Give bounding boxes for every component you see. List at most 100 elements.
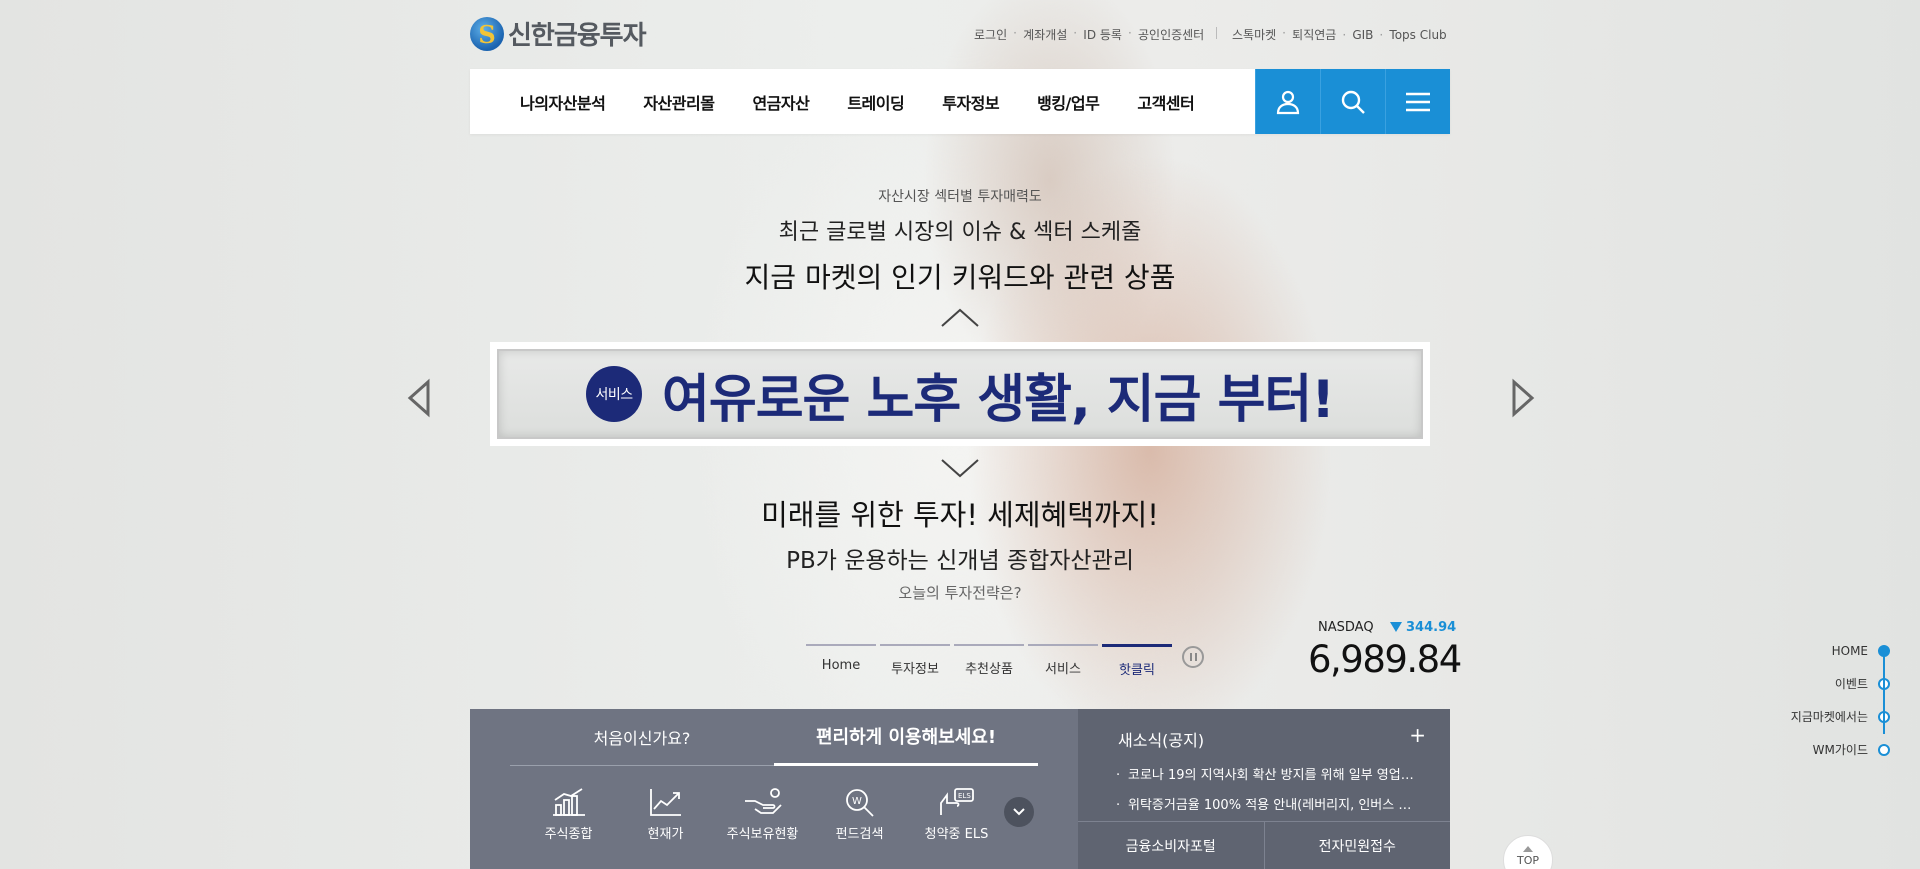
side-item-wm-guide[interactable]: WM가이드	[1791, 733, 1890, 766]
hand-coin-icon	[744, 788, 782, 814]
line-chart-icon	[649, 789, 681, 816]
pause-icon[interactable]	[1182, 646, 1204, 668]
hero-line-5[interactable]: PB가 운용하는 신개념 종합자산관리	[0, 541, 1920, 575]
util-links-left: 로그인 계좌개설 ID 등록 공인인증센터	[966, 26, 1212, 43]
search-button[interactable]	[1320, 69, 1385, 134]
id-register-link[interactable]: ID 등록	[1073, 26, 1130, 43]
nav-item-asset-mall[interactable]: 자산관리몰	[643, 90, 715, 114]
quick-holdings[interactable]: 주식보유현황	[714, 787, 811, 842]
complaint-button[interactable]: 전자민원접수	[1263, 822, 1451, 869]
plus-icon[interactable]: +	[1409, 723, 1426, 747]
tab-hot-click[interactable]: 핫클릭	[1102, 644, 1172, 678]
tab-home[interactable]: Home	[806, 644, 876, 678]
news-panel: 새소식(공지) + 코로나 19의 지역사회 확산 방지를 위해 일부 영업점 …	[1078, 709, 1450, 869]
chevron-down-icon	[1013, 808, 1025, 816]
arrow-up-icon	[1523, 846, 1533, 852]
featured-banner[interactable]: 서비스 여유로운 노후 생활, 지금 부터!	[490, 342, 1430, 446]
hero-tabs: Home 투자정보 추천상품 서비스 핫클릭	[806, 644, 1172, 678]
els-hand-icon: ELS	[939, 788, 974, 815]
brand-logo[interactable]: 신한금융투자	[470, 15, 647, 52]
hero-line-3[interactable]: 지금 마켓의 인기 키워드와 관련 상품	[0, 256, 1920, 296]
fund-search-icon: W	[845, 789, 874, 817]
hero-line-6[interactable]: 오늘의 투자전략은?	[0, 582, 1920, 603]
certificate-center-link[interactable]: 공인인증센터	[1128, 26, 1212, 43]
quick-stock-summary[interactable]: 주식종합	[520, 787, 617, 842]
tab-label: Home	[821, 658, 861, 673]
next-arrow-icon[interactable]	[1510, 378, 1536, 418]
tab-label: 추천상품	[965, 662, 1013, 677]
hero-line-4[interactable]: 미래를 위한 투자! 세제혜택까지!	[0, 492, 1920, 534]
nav-item-trading[interactable]: 트레이딩	[847, 90, 904, 114]
prev-arrow-icon[interactable]	[406, 378, 432, 418]
hero-line-1[interactable]: 자산시장 섹터별 투자매력도	[0, 186, 1920, 206]
hero-line-2[interactable]: 최근 글로벌 시장의 이슈 & 섹터 스케줄	[0, 214, 1920, 246]
side-item-home[interactable]: HOME	[1791, 634, 1890, 667]
nav-item-asset-analysis[interactable]: 나의자산분석	[520, 90, 606, 114]
quick-label: 현재가	[647, 827, 684, 842]
news-item[interactable]: 위탁증거금율 100% 적용 안내(레버리지, 인버스 ETF)	[1116, 791, 1416, 821]
tab-service[interactable]: 서비스	[1028, 644, 1098, 678]
quick-menu-panel: 처음이신가요? 편리하게 이용해보세요! 주식종합 현재가 주식보유현황 W 펀…	[470, 709, 1078, 869]
side-nav-line	[1883, 650, 1885, 734]
nav-item-customer-center[interactable]: 고객센터	[1137, 90, 1194, 114]
side-item-market[interactable]: 지금마켓에서는	[1791, 700, 1890, 733]
gib-link[interactable]: GIB	[1342, 28, 1381, 42]
news-title: 새소식(공지)	[1118, 731, 1205, 750]
scroll-top-button[interactable]: TOP	[1503, 835, 1553, 869]
expand-more-button[interactable]	[1004, 797, 1034, 827]
quick-current-price[interactable]: 현재가	[617, 787, 714, 842]
util-links-right: 스톡마켓 퇴직연금 GIB Tops Club	[1224, 26, 1455, 43]
tab-convenient-use[interactable]: 편리하게 이용해보세요!	[774, 709, 1038, 766]
down-triangle-icon	[1390, 622, 1402, 632]
tab-label: 투자정보	[891, 662, 939, 677]
menu-button[interactable]	[1385, 69, 1450, 134]
side-item-event[interactable]: 이벤트	[1791, 667, 1890, 700]
index-name: NASDAQ	[1318, 620, 1374, 635]
quick-label: 청약중 ELS	[924, 827, 989, 842]
user-icon	[1276, 90, 1300, 114]
tab-label: 서비스	[1045, 662, 1081, 677]
nav-item-invest-info[interactable]: 투자정보	[942, 90, 999, 114]
side-item-label: 지금마켓에서는	[1790, 710, 1868, 724]
main-navigation: 나의자산분석 자산관리몰 연금자산 트레이딩 투자정보 뱅킹/업무 고객센터	[470, 69, 1450, 134]
quick-label: 주식보유현황	[726, 827, 799, 842]
news-item[interactable]: 코로나 19의 지역사회 확산 방지를 위해 일부 영업점 운영시간 변경 안내	[1116, 761, 1416, 791]
menu-icon	[1406, 92, 1430, 111]
login-link[interactable]: 로그인	[966, 26, 1015, 43]
index-change-value: 344.94	[1406, 620, 1457, 635]
tab-recommended[interactable]: 추천상품	[954, 644, 1024, 678]
nav-item-banking[interactable]: 뱅킹/업무	[1037, 90, 1100, 114]
svg-text:W: W	[852, 796, 862, 807]
index-change: 344.94	[1390, 620, 1456, 635]
svg-text:ELS: ELS	[958, 792, 971, 800]
quick-fund-search[interactable]: W 펀드검색	[811, 787, 908, 842]
open-account-link[interactable]: 계좌개설	[1013, 26, 1075, 43]
featured-title: 여유로운 노후 생활, 지금 부터!	[662, 369, 1335, 430]
chevron-down-icon[interactable]	[940, 458, 980, 478]
quick-els[interactable]: ELS 청약중 ELS	[908, 787, 1005, 842]
dot-icon	[1878, 743, 1890, 756]
side-navigation: HOME 이벤트 지금마켓에서는 WM가이드	[1791, 634, 1890, 766]
side-item-label: HOME	[1831, 643, 1868, 658]
util-divider	[1216, 27, 1217, 39]
quick-label: 펀드검색	[835, 827, 884, 842]
tab-label: 핫클릭	[1119, 663, 1155, 678]
shinhan-logo-icon	[470, 16, 504, 51]
chevron-up-icon[interactable]	[940, 308, 980, 328]
consumer-portal-button[interactable]: 금융소비자포털	[1078, 822, 1264, 869]
pension-link[interactable]: 퇴직연금	[1282, 26, 1344, 43]
quick-label: 주식종합	[544, 827, 593, 842]
brand-name: 신한금융투자	[508, 21, 647, 51]
service-badge: 서비스	[586, 366, 643, 422]
search-icon	[1341, 90, 1365, 114]
stock-market-link[interactable]: 스톡마켓	[1224, 26, 1284, 43]
index-value: 6,989.84	[1308, 638, 1462, 681]
side-item-label: WM가이드	[1812, 743, 1868, 757]
tab-invest-info[interactable]: 투자정보	[880, 644, 950, 678]
tab-first-visit[interactable]: 처음이신가요?	[510, 709, 774, 766]
top-label: TOP	[1516, 854, 1539, 867]
nav-item-pension[interactable]: 연금자산	[752, 90, 809, 114]
user-button[interactable]	[1255, 69, 1320, 134]
tops-club-link[interactable]: Tops Club	[1379, 28, 1454, 42]
bar-chart-icon	[552, 788, 585, 816]
